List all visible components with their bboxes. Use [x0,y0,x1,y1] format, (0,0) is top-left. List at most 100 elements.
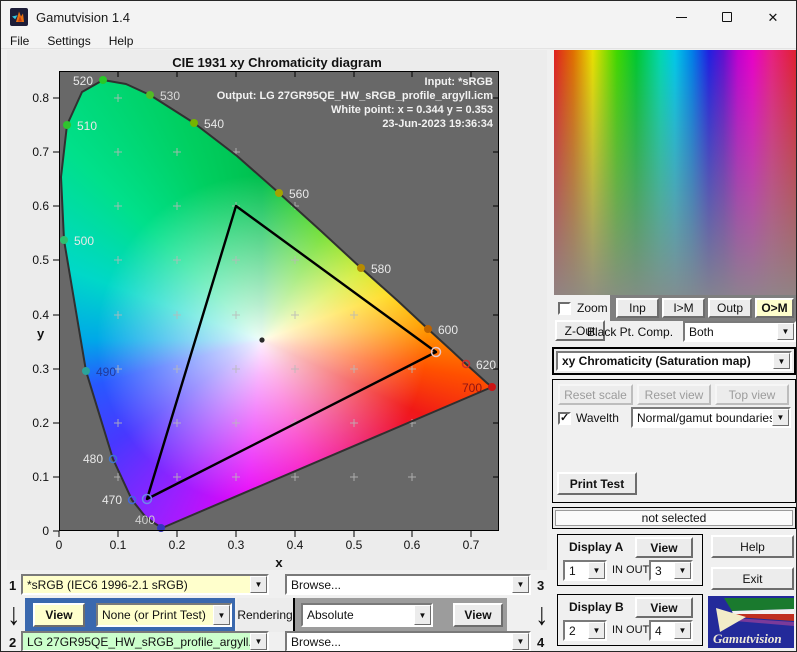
input-profile-select[interactable]: *sRGB (IEC6 1996-2.1 sRGB) ▼ [21,574,269,595]
black-pt-comp-label: Black Pt. Comp. [587,325,674,339]
maximize-button[interactable] [704,1,750,33]
wavelength-dot-520 [99,76,107,84]
display-a-view-button[interactable]: View [635,537,693,558]
wavelth-checkbox[interactable]: ✓ [558,411,571,425]
outp-button[interactable]: Outp [708,298,752,318]
menu-file[interactable]: File [1,33,38,49]
chevron-down-icon[interactable]: ▼ [414,605,431,625]
exit-button[interactable]: Exit [711,567,794,590]
view-mode-value: xy Chromaticity (Saturation map) [558,353,773,369]
o-to-m-button[interactable]: O>M [755,298,794,318]
output-profile-select[interactable]: LG 27GR95QE_HW_sRGB_profile_argyll.icm ▼ [21,631,269,651]
slot-3-label: 3 [537,578,545,593]
chevron-down-icon[interactable]: ▼ [213,605,230,625]
axis-ticks [53,71,499,537]
print-test-button[interactable]: Print Test [557,472,637,495]
chevron-down-icon[interactable]: ▼ [250,633,267,650]
black-pt-comp-select[interactable]: Both ▼ [683,321,796,342]
zoom-checkbox-row: Zoom [558,301,608,315]
chevron-down-icon[interactable]: ▼ [512,576,529,593]
rendering-select[interactable]: Absolute ▼ [301,603,433,627]
gamut-triangle [145,204,438,501]
chevron-down-icon[interactable]: ▼ [588,562,605,579]
wavelength-label-480: 480 [83,452,103,466]
zoom-checkbox-label: Zoom [577,301,608,315]
wavelength-dot-540 [190,119,198,127]
titlebar: Gamutvision 1.4 ✕ [1,1,796,33]
gamutvision-logo: Gamutvision [708,596,794,648]
input-profile-value: *sRGB (IEC6 1996-2.1 sRGB) [23,576,250,593]
y-tick: 0.2 [32,416,49,430]
zoom-checkbox[interactable] [558,301,571,315]
view-output-button[interactable]: View [453,603,503,627]
menu-settings[interactable]: Settings [38,33,99,49]
top-view-button[interactable]: Top view [715,384,789,405]
menubar: File Settings Help [1,33,796,49]
i-to-m-button[interactable]: I>M [662,298,705,318]
browse-top-select[interactable]: Browse... ▼ [285,574,531,595]
wavelength-dot-510 [63,121,71,129]
chevron-down-icon[interactable]: ▼ [250,576,267,593]
wavelength-dot-500 [60,236,68,244]
wavelength-label-700: 700 [462,381,482,395]
chevron-down-icon[interactable]: ▼ [777,323,794,340]
help-button[interactable]: Help [711,535,794,558]
x-tick: 0.4 [287,538,304,552]
display-b-view-button[interactable]: View [635,597,693,618]
wavelength-dot-580 [357,264,365,272]
inp-button[interactable]: Inp [616,298,659,318]
wavelth-row: ✓ Wavelth [558,411,619,425]
intent-select[interactable]: None (or Print Test) ▼ [96,603,232,627]
annotation-output: Output: LG 27GR95QE_HW_sRGB_profile_argy… [216,90,493,102]
reset-scale-button[interactable]: Reset scale [558,384,633,405]
chevron-down-icon[interactable]: ▼ [773,353,790,369]
close-button[interactable]: ✕ [750,1,796,33]
wavelength-label-560: 560 [289,187,309,201]
wavelength-dot-530 [146,91,154,99]
menu-help[interactable]: Help [100,33,143,49]
x-axis-label: x [275,555,283,570]
output-profile-value: LG 27GR95QE_HW_sRGB_profile_argyll.icm [23,633,250,650]
y-tick: 0.3 [32,362,49,376]
wavelength-label-500: 500 [74,234,94,248]
display-b-out-select[interactable]: 4 ▼ [649,620,693,641]
annotation-whitepoint: White point: x = 0.344 y = 0.353 [330,104,493,116]
wavelth-label: Wavelth [576,411,619,425]
chevron-down-icon[interactable]: ▼ [772,409,789,426]
browse-top-value: Browse... [287,576,512,593]
minimize-icon [675,16,687,18]
selection-status-box: not selected [552,507,796,529]
chromaticity-plot[interactable]: 400 470 480 490 500 510 520 530 540 560 … [32,71,499,552]
chart-title: CIE 1931 xy Chromaticity diagram [172,55,382,70]
display-a-in-select[interactable]: 1 ▼ [563,560,607,581]
wavelength-label-620: 620 [476,358,496,372]
display-b-in-value: 2 [565,622,588,639]
chevron-down-icon[interactable]: ▼ [588,622,605,639]
view-mode-select[interactable]: xy Chromaticity (Saturation map) ▼ [556,351,792,371]
boundaries-select[interactable]: Normal/gamut boundaries ▼ [631,407,791,428]
chevron-down-icon[interactable]: ▼ [674,622,691,639]
y-tick: 0 [42,524,49,538]
display-a-inout-label: IN OUT [612,564,650,576]
rendering-value: Absolute [303,605,414,625]
display-b-inout-label: IN OUT [612,624,650,636]
wavelength-dot-490 [82,367,90,375]
annotation-input: Input: *sRGB [424,76,493,88]
chevron-down-icon[interactable]: ▼ [674,562,691,579]
saturation-map-preview[interactable] [554,50,796,295]
browse-bottom-select[interactable]: Browse... ▼ [285,631,531,651]
chevron-down-icon[interactable]: ▼ [512,633,529,650]
view-mode-frame: xy Chromaticity (Saturation map) ▼ [552,347,796,375]
x-tick: 0.6 [404,538,421,552]
display-b-title: Display B [569,600,624,614]
x-tick: 0.3 [228,538,245,552]
minimize-button[interactable] [658,1,704,33]
display-a-out-select[interactable]: 3 ▼ [649,560,693,581]
reset-view-button[interactable]: Reset view [637,384,711,405]
display-b-in-select[interactable]: 2 ▼ [563,620,607,641]
wavelength-label-520: 520 [73,74,93,88]
x-tick: 0 [56,538,63,552]
browse-bottom-value: Browse... [287,633,512,650]
view-input-button[interactable]: View [33,603,85,627]
slot-4-label: 4 [537,635,545,650]
